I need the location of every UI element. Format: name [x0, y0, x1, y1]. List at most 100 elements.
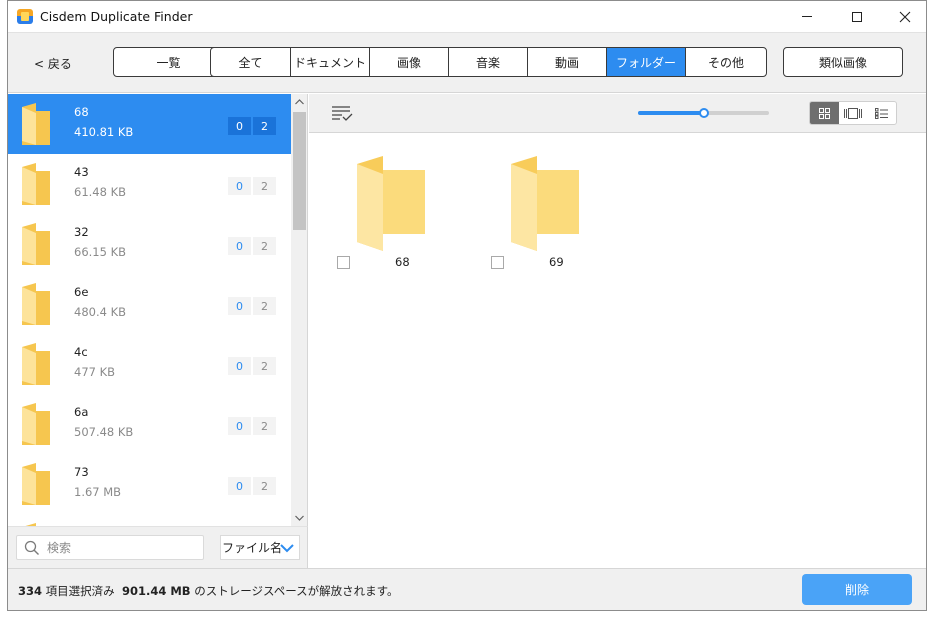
freed-size-value: 901.44 MB [121, 584, 191, 598]
tab-label: 画像 [396, 55, 421, 70]
folder-icon [357, 156, 425, 251]
maximize-icon [852, 11, 862, 22]
folder-icon [22, 403, 50, 445]
tab-label: 全て [238, 55, 263, 70]
total-count: 2 [253, 117, 276, 135]
zoom-slider[interactable] [638, 106, 769, 120]
tab-others[interactable]: その他 [686, 48, 766, 76]
list-item[interactable]: 6a 507.48 KB 0 2 [8, 394, 291, 454]
freed-size-label: のストレージスペースが解放されます。 [194, 584, 399, 598]
selected-count-value: 334 [18, 584, 43, 598]
tab-label: ドキュメント [293, 55, 366, 70]
list-item[interactable]: 32 66.15 KB 0 2 [8, 214, 291, 274]
selected-count: 0 [228, 237, 251, 255]
list-view-button[interactable] [867, 102, 896, 124]
sort-dropdown[interactable]: ファイル名 [220, 535, 300, 560]
grid-view-icon [818, 107, 830, 119]
sort-list-icon[interactable] [331, 104, 353, 122]
duplicate-group-list-panel: 68 410.81 KB 0 2 43 61.48 KB 0 2 32 66.1… [8, 94, 308, 526]
list-item-partial[interactable] [8, 514, 291, 526]
list-item[interactable]: 43 61.48 KB 0 2 [8, 154, 291, 214]
folder-icon [22, 283, 50, 325]
search-input[interactable] [47, 539, 197, 557]
folder-icon [511, 156, 579, 251]
selected-count-label: 項目選択済み [45, 584, 115, 598]
app-window: Cisdem Duplicate Finder < 戻る 一覧 全て ドキュメン… [7, 0, 927, 611]
folder-tile-name: 68 [395, 255, 410, 269]
chevron-down-icon [280, 544, 294, 553]
sort-selected-value: ファイル名 [222, 541, 283, 555]
list-item-size: 507.48 KB [74, 425, 134, 439]
minimize-icon [802, 16, 812, 17]
folder-checkbox[interactable] [337, 256, 350, 269]
status-summary: 334 項目選択済み 901.44 MB のストレージスペースが解放されます。 [18, 583, 398, 599]
scroll-down-arrow-icon[interactable] [291, 510, 307, 526]
status-bar: 334 項目選択済み 901.44 MB のストレージスペースが解放されます。 … [8, 568, 926, 610]
search-icon [24, 540, 39, 555]
tab-all[interactable]: 全て [211, 48, 291, 76]
list-item-name: 32 [74, 225, 89, 239]
list-item[interactable]: 6e 480.4 KB 0 2 [8, 274, 291, 334]
tab-folders[interactable]: フォルダー [607, 48, 686, 76]
total-count: 2 [253, 237, 276, 255]
list-filter-bar: ファイル名 [8, 526, 308, 568]
list-item-name: 73 [74, 465, 89, 479]
similar-images-button[interactable]: 類似画像 [783, 47, 903, 77]
selected-count: 0 [228, 357, 251, 375]
list-item[interactable]: 68 410.81 KB 0 2 [8, 94, 291, 154]
list-item-name: 6a [74, 405, 89, 419]
delete-button[interactable]: 削除 [802, 574, 912, 605]
maximize-button[interactable] [834, 1, 880, 32]
duplicate-counts: 0 2 [228, 417, 278, 435]
selected-count: 0 [228, 477, 251, 495]
duplicate-counts: 0 2 [228, 237, 278, 255]
minimize-button[interactable] [784, 1, 830, 32]
list-item-name: 43 [74, 165, 89, 179]
list-item-size: 480.4 KB [74, 305, 127, 319]
list-scrollbar[interactable] [291, 94, 307, 526]
folder-icon [22, 163, 50, 205]
total-count: 2 [253, 417, 276, 435]
list-item-name: 6e [74, 285, 89, 299]
back-button-label: < 戻る [34, 57, 72, 71]
delete-button-label: 削除 [844, 583, 869, 597]
total-count: 2 [253, 177, 276, 195]
list-item[interactable]: 4c 477 KB 0 2 [8, 334, 291, 394]
list-item-size: 61.48 KB [74, 185, 127, 199]
list-button[interactable]: 一覧 [113, 47, 224, 77]
folder-checkbox[interactable] [491, 256, 504, 269]
tab-music[interactable]: 音楽 [449, 48, 528, 76]
back-button[interactable]: < 戻る [34, 55, 72, 72]
list-item[interactable]: 73 1.67 MB 0 2 [8, 454, 291, 514]
total-count: 2 [253, 477, 276, 495]
list-item-size: 410.81 KB [74, 125, 134, 139]
list-item-size: 1.67 MB [74, 485, 122, 499]
list-view-icon [875, 107, 889, 119]
selected-count: 0 [228, 117, 251, 135]
duplicate-counts: 0 2 [228, 357, 278, 375]
folder-tile[interactable]: 68 [337, 156, 447, 276]
title-bar: Cisdem Duplicate Finder [8, 1, 926, 32]
total-count: 2 [253, 357, 276, 375]
selected-count: 0 [228, 177, 251, 195]
list-item-name: 68 [74, 105, 89, 119]
tab-label: 動画 [554, 55, 579, 70]
window-title: Cisdem Duplicate Finder [40, 9, 193, 24]
total-count: 2 [253, 297, 276, 315]
grid-view-button[interactable] [810, 102, 839, 124]
close-button[interactable] [882, 1, 926, 32]
zoom-slider-handle[interactable] [698, 108, 709, 118]
search-field[interactable] [16, 535, 204, 560]
tab-images[interactable]: 画像 [370, 48, 449, 76]
duplicate-group-list: 68 410.81 KB 0 2 43 61.48 KB 0 2 32 66.1… [8, 94, 291, 526]
filmstrip-view-button[interactable] [839, 102, 868, 124]
duplicate-counts: 0 2 [228, 117, 278, 135]
toolbar: < 戻る 一覧 全て ドキュメント 画像 音楽 動画 フォルダー その他 類似画… [8, 32, 926, 93]
tab-documents[interactable]: ドキュメント [291, 48, 370, 76]
folder-tile[interactable]: 69 [491, 156, 601, 276]
list-item-size: 477 KB [74, 365, 116, 379]
tab-videos[interactable]: 動画 [528, 48, 607, 76]
scroll-thumb[interactable] [293, 112, 306, 230]
scroll-up-arrow-icon[interactable] [291, 94, 307, 110]
selected-count: 0 [228, 297, 251, 315]
